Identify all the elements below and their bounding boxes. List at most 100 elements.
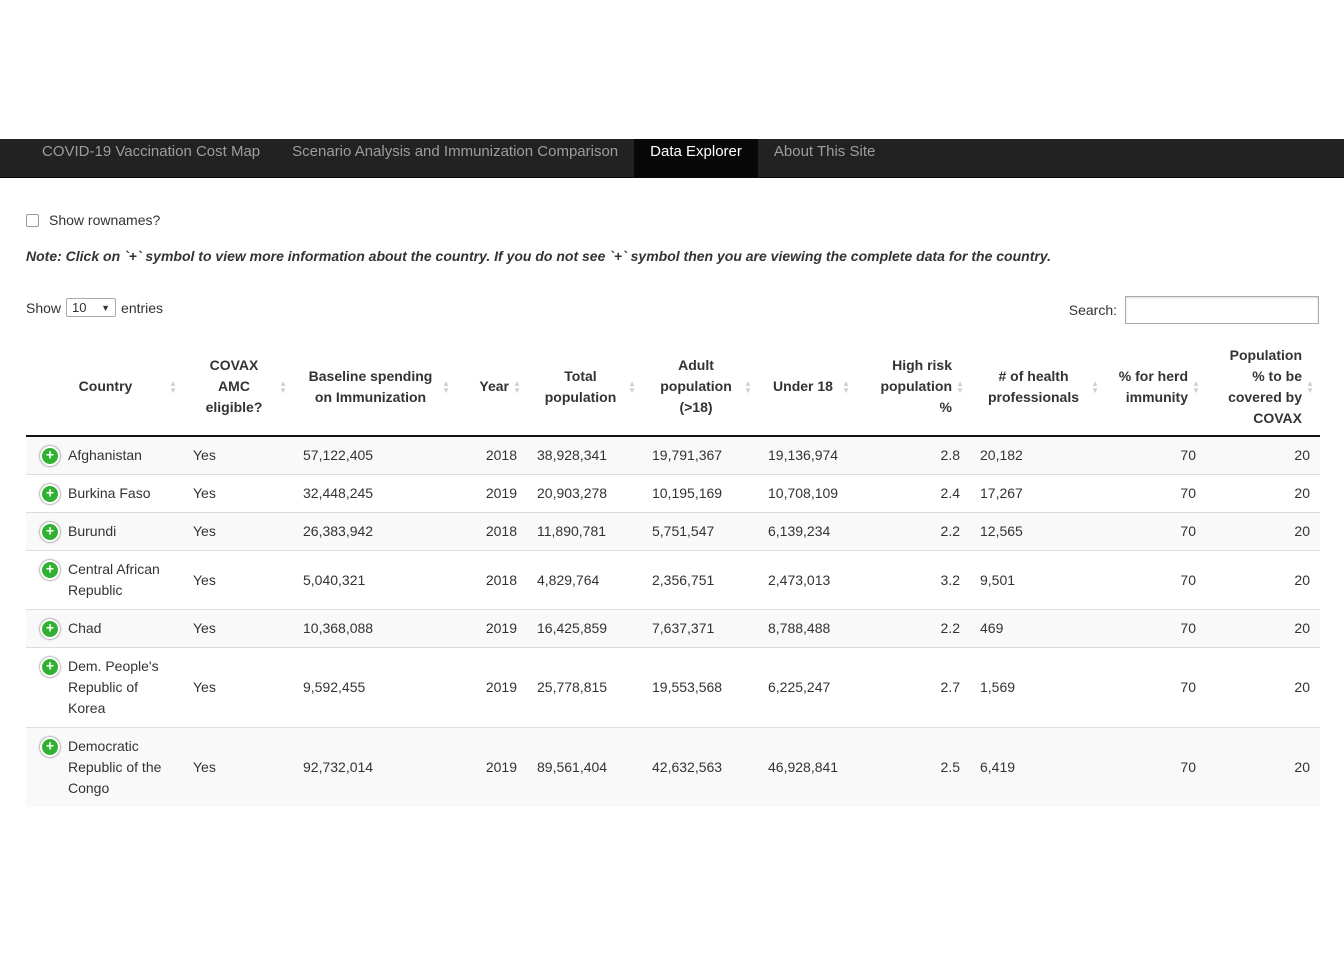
table-cell: 8,788,488	[758, 609, 856, 648]
table-cell: 70	[1105, 727, 1206, 807]
table-cell: Yes	[183, 609, 293, 648]
table-cell: 6,139,234	[758, 512, 856, 551]
table-cell: 70	[1105, 647, 1206, 728]
table-cell: 6,419	[970, 727, 1105, 807]
table-cell: 11,890,781	[527, 512, 642, 551]
column-header-country[interactable]: Country ▲ ▼	[26, 338, 183, 437]
length-prefix: Show	[26, 299, 62, 316]
country-name: Central African Republic	[68, 561, 160, 598]
table-cell: 70	[1105, 512, 1206, 551]
tab-scenario-analysis[interactable]: Scenario Analysis and Immunization Compa…	[276, 139, 634, 177]
table-cell: Yes	[193, 447, 216, 463]
table-cell: 2019	[456, 727, 527, 807]
column-header-covax-eligible[interactable]: COVAX AMC eligible? ▲ ▼	[183, 338, 293, 437]
country-name: Afghanistan	[68, 447, 142, 463]
table-cell: 2019	[456, 474, 527, 513]
table-cell: 469	[970, 609, 1105, 648]
column-header-herd-immunity[interactable]: % for herd immunity ▲ ▼	[1105, 338, 1206, 437]
table-cell: 9,592,455	[293, 647, 456, 728]
table-cell: 20	[1206, 727, 1320, 807]
show-rownames-checkbox[interactable]	[26, 213, 39, 227]
table-cell: 70	[1180, 447, 1196, 463]
sort-icon: ▲ ▼	[279, 378, 287, 395]
table-cell: 70	[1105, 609, 1206, 648]
table-cell: 20	[1294, 447, 1310, 463]
country-name: Chad	[68, 620, 102, 636]
plus-circle-icon[interactable]: +	[40, 657, 60, 677]
country-cell: + Burkina Faso	[26, 474, 183, 513]
search-input[interactable]	[1125, 296, 1319, 324]
table-cell: 20,182	[980, 447, 1023, 463]
tab-about[interactable]: About This Site	[758, 139, 891, 177]
table-cell: 10,195,169	[642, 474, 758, 513]
country-cell: + Democratic Republic of the Congo	[26, 727, 183, 807]
country-cell: + Burundi	[26, 512, 183, 551]
table-cell: 20	[1206, 609, 1320, 648]
entries-select[interactable]: 10 ▼	[66, 298, 117, 317]
country-name: Democratic Republic of the Congo	[68, 738, 162, 796]
table-cell: 25,778,815	[527, 647, 642, 728]
plus-circle-icon[interactable]: +	[40, 737, 60, 757]
sort-icon: ▲ ▼	[169, 378, 177, 395]
sort-icon: ▲ ▼	[1306, 378, 1314, 395]
table-cell: 2.4	[856, 474, 970, 513]
country-cell: + Central African Republic	[26, 550, 183, 610]
table-cell: 20	[1206, 512, 1320, 551]
table-cell: 17,267	[970, 474, 1105, 513]
plus-circle-icon[interactable]: +	[40, 619, 60, 639]
table-cell: 6,225,247	[758, 647, 856, 728]
plus-circle-icon[interactable]: +	[40, 560, 60, 580]
navbar: COVID-19 Vaccination Cost Map Scenario A…	[0, 139, 1344, 178]
country-cell: + Chad	[26, 609, 183, 648]
table-cell: 1,569	[970, 647, 1105, 728]
table-cell: 20	[1206, 474, 1320, 513]
tab-data-explorer[interactable]: Data Explorer	[634, 139, 758, 177]
table-cell: Yes	[183, 647, 293, 728]
sort-icon: ▲ ▼	[744, 378, 752, 395]
table-cell: 10,368,088	[293, 609, 456, 648]
show-rownames-label[interactable]: Show rownames?	[49, 212, 160, 228]
table-cell: Yes	[183, 474, 293, 513]
entries-length-control: Show 10 ▼ entries	[26, 298, 163, 317]
country-name: Burkina Faso	[68, 485, 151, 501]
table-cell: 2018	[485, 447, 517, 463]
column-header-adult-population[interactable]: Adult population (>18) ▲ ▼	[642, 338, 758, 437]
length-suffix: entries	[121, 299, 164, 316]
search-control: Search:	[1069, 296, 1319, 324]
table-row: + Burkina Faso Yes 32,448,245 2019 20,903…	[26, 474, 1320, 513]
table-cell: 2.8	[940, 447, 960, 463]
column-header-total-population[interactable]: Total population ▲ ▼	[527, 338, 642, 437]
table-cell: 2.2	[856, 609, 970, 648]
table-cell: 2.5	[856, 727, 970, 807]
plus-circle-icon[interactable]: +	[40, 522, 60, 542]
table-cell: 5,751,547	[642, 512, 758, 551]
plus-circle-icon[interactable]: +	[40, 446, 60, 466]
tab-cost-map[interactable]: COVID-19 Vaccination Cost Map	[26, 139, 276, 177]
sort-icon: ▲ ▼	[513, 378, 521, 395]
data-table: Country ▲ ▼ COVAX AMC eligible? ▲ ▼ Baseline…	[26, 338, 1320, 807]
column-header-high-risk[interactable]: High risk population % ▲ ▼	[856, 338, 970, 437]
table-cell: 19,136,974	[768, 447, 839, 463]
table-cell: 2,356,751	[642, 550, 758, 610]
table-row: + Central African Republic Yes 5,040,321 …	[26, 550, 1320, 610]
column-header-baseline-spending[interactable]: Baseline spending on Immunization ▲ ▼	[293, 338, 456, 437]
table-cell: 57,122,405	[303, 447, 374, 463]
table-cell: 16,425,859	[527, 609, 642, 648]
table-cell: 70	[1105, 474, 1206, 513]
column-header-health-professionals[interactable]: # of health professionals ▲ ▼	[970, 338, 1105, 437]
table-row: + Democratic Republic of the Congo Yes 92…	[26, 727, 1320, 807]
column-header-under-18[interactable]: Under 18 ▲ ▼	[758, 338, 856, 437]
table-cell: 12,565	[970, 512, 1105, 551]
column-header-year[interactable]: Year ▲ ▼	[456, 338, 527, 437]
header-row: Country ▲ ▼ COVAX AMC eligible? ▲ ▼ Baseline…	[26, 338, 1320, 437]
table-cell: 5,040,321	[293, 550, 456, 610]
table-cell: 89,561,404	[527, 727, 642, 807]
table-cell: 19,553,568	[642, 647, 758, 728]
plus-circle-icon[interactable]: +	[40, 484, 60, 504]
table-cell: 7,637,371	[642, 609, 758, 648]
sort-icon: ▲ ▼	[956, 378, 964, 395]
table-cell: 70	[1105, 550, 1206, 610]
column-header-covax-coverage[interactable]: Population % to be covered by COVAX ▲ ▼	[1206, 338, 1320, 437]
country-name: Dem. People's Republic of Korea	[68, 658, 159, 716]
table-cell: 2.7	[856, 647, 970, 728]
